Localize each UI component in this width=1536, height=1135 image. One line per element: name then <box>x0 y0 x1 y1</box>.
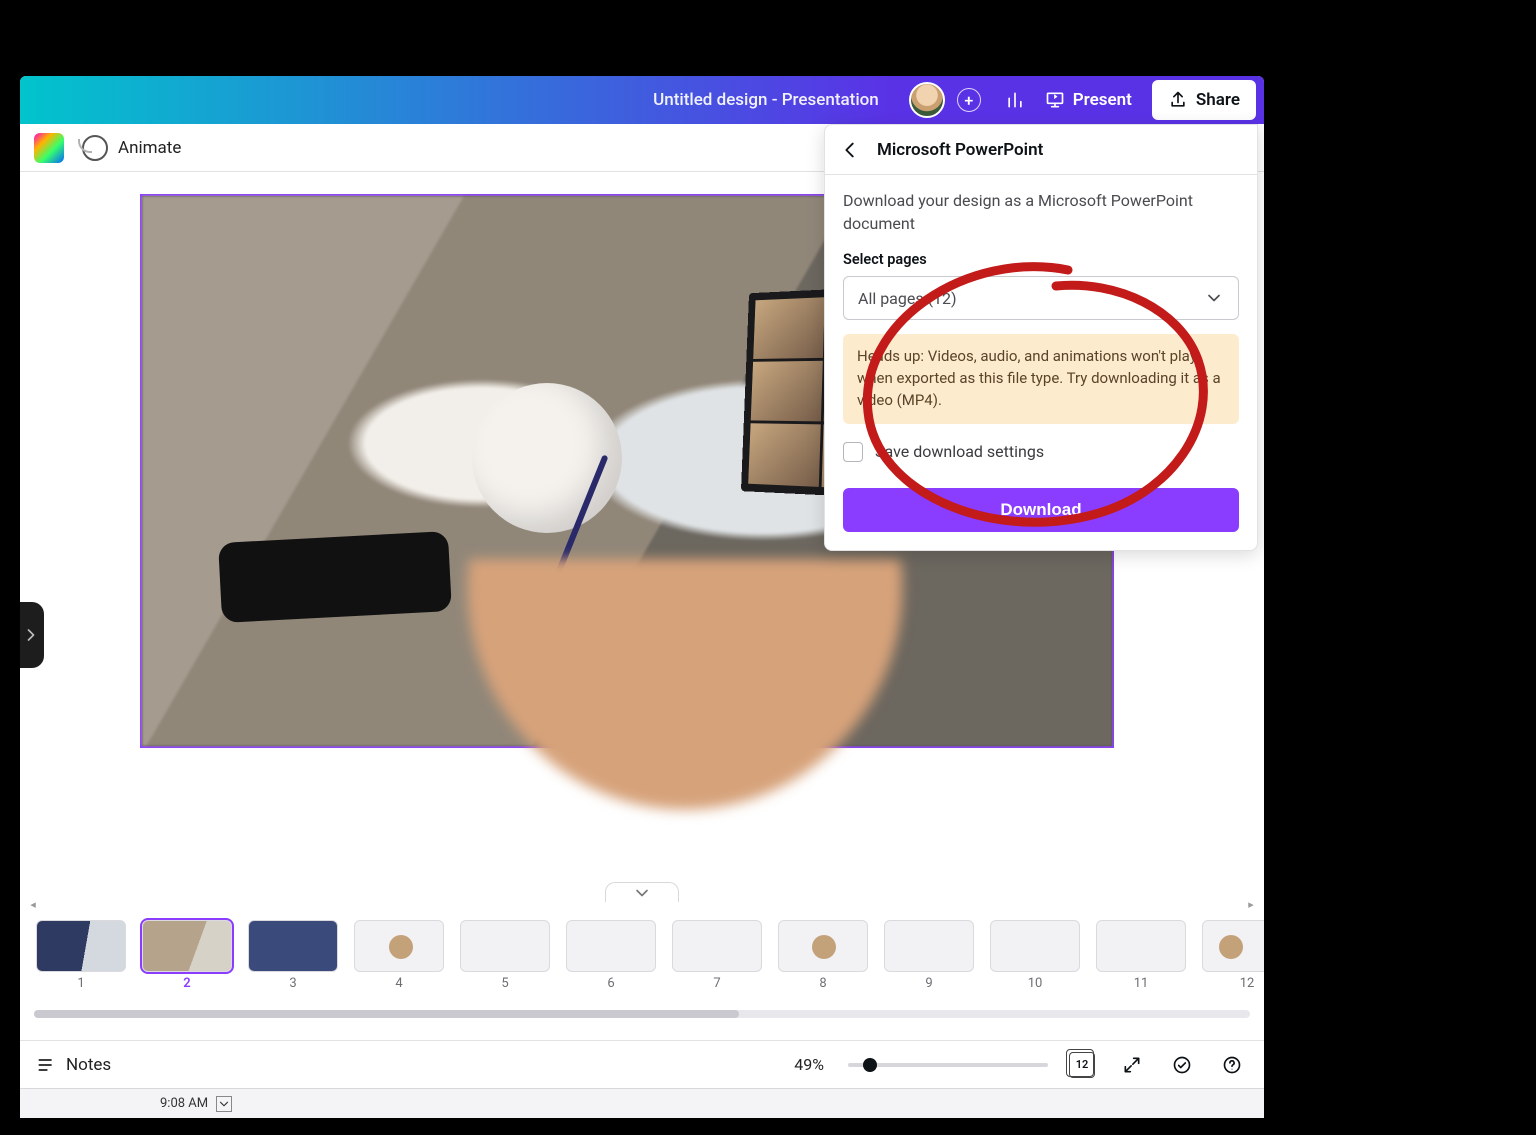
thumbnail-number: 8 <box>819 976 826 991</box>
popover-header: Microsoft PowerPoint <box>825 125 1257 175</box>
thumbnail-number: 1 <box>77 976 84 991</box>
thumbnail-image[interactable] <box>248 920 338 972</box>
popover-description: Download your design as a Microsoft Powe… <box>843 189 1239 235</box>
thumbnail-scrollbar[interactable] <box>34 1010 1250 1024</box>
thumbnail-image[interactable] <box>460 920 550 972</box>
taskbar-time: 9:08 AM <box>160 1096 208 1111</box>
thumbnail-page-4[interactable]: 4 <box>354 920 444 1006</box>
thumbnail-page-11[interactable]: 11 <box>1096 920 1186 1006</box>
thumbnail-scroll-handle[interactable] <box>34 1010 739 1018</box>
zoom-slider[interactable] <box>848 1063 1048 1067</box>
thumbnail-number: 4 <box>395 976 402 991</box>
grid-view-button[interactable]: 12 <box>1066 1049 1098 1081</box>
thumbnail-number: 6 <box>607 976 614 991</box>
thumbnail-image[interactable] <box>884 920 974 972</box>
download-popover: Microsoft PowerPoint Download your desig… <box>824 124 1258 551</box>
thumbnail-number: 12 <box>1240 976 1255 991</box>
save-settings-checkbox[interactable] <box>843 442 863 462</box>
photo-phone <box>218 531 452 623</box>
thumbnail-image[interactable] <box>566 920 656 972</box>
insights-button[interactable] <box>995 80 1035 120</box>
chevron-right-icon <box>21 625 41 645</box>
thumbnail-number: 10 <box>1028 976 1043 991</box>
present-button[interactable]: Present <box>1035 80 1142 120</box>
thumbnail-page-2[interactable]: 2 <box>142 920 232 1006</box>
share-button[interactable]: Share <box>1152 80 1256 120</box>
check-circle-icon <box>1172 1055 1192 1075</box>
page-thumbnails: 123456789101112 <box>20 914 1264 1006</box>
thumbnail-number: 3 <box>289 976 296 991</box>
popover-title: Microsoft PowerPoint <box>877 140 1043 160</box>
expand-icon <box>1122 1055 1142 1075</box>
zoom-level[interactable]: 49% <box>794 1055 824 1074</box>
thumbnail-page-5[interactable]: 5 <box>460 920 550 1006</box>
thumbnail-number: 7 <box>713 976 720 991</box>
os-taskbar-slice: 9:08 AM <box>20 1088 1264 1118</box>
help-icon <box>1222 1055 1242 1075</box>
notes-label: Notes <box>66 1055 111 1075</box>
checkmark-button[interactable] <box>1166 1049 1198 1081</box>
taskbar-dropdown-icon[interactable] <box>216 1096 232 1112</box>
share-label: Share <box>1196 90 1240 110</box>
export-warning-banner: Heads up: Videos, audio, and animations … <box>843 334 1239 423</box>
add-member-button[interactable]: + <box>957 88 981 112</box>
background-color-button[interactable] <box>34 133 64 163</box>
thumbnail-page-6[interactable]: 6 <box>566 920 656 1006</box>
select-pages-dropdown[interactable]: All pages (12) <box>843 276 1239 320</box>
select-pages-value: All pages (12) <box>858 289 957 308</box>
thumbnail-number: 5 <box>501 976 508 991</box>
thumbnail-image[interactable] <box>1096 920 1186 972</box>
bar-chart-icon <box>1005 90 1025 110</box>
header-bar: Untitled design - Presentation + Present… <box>20 76 1264 124</box>
thumbnail-page-7[interactable]: 7 <box>672 920 762 1006</box>
thumbnail-page-3[interactable]: 3 <box>248 920 338 1006</box>
status-bar: Notes 49% 12 <box>20 1040 1264 1088</box>
thumbnail-number: 9 <box>925 976 932 991</box>
save-settings-row[interactable]: Save download settings <box>843 442 1239 462</box>
thumbnail-page-12[interactable]: 12 <box>1202 920 1264 1006</box>
thumbnail-image[interactable] <box>36 920 126 972</box>
animate-label: Animate <box>118 138 181 158</box>
thumbnail-page-9[interactable]: 9 <box>884 920 974 1006</box>
thumbnail-page-10[interactable]: 10 <box>990 920 1080 1006</box>
download-button[interactable]: Download <box>843 488 1239 532</box>
thumbnail-number: 2 <box>183 976 190 991</box>
pages-icon: 12 <box>1069 1052 1095 1078</box>
document-title[interactable]: Untitled design - Presentation <box>653 90 879 110</box>
thumbnail-image[interactable] <box>778 920 868 972</box>
thumbnail-image[interactable] <box>354 920 444 972</box>
upload-icon <box>1168 90 1188 110</box>
help-button[interactable] <box>1216 1049 1248 1081</box>
thumbnail-page-8[interactable]: 8 <box>778 920 868 1006</box>
presentation-icon <box>1045 90 1065 110</box>
zoom-slider-handle[interactable] <box>863 1058 877 1072</box>
thumbnail-page-1[interactable]: 1 <box>36 920 126 1006</box>
scroll-right-icon[interactable]: ▸ <box>1244 898 1258 911</box>
animate-icon <box>82 135 108 161</box>
canvas-h-scrollbar[interactable]: ◂ ▸ <box>20 896 1264 912</box>
animate-button[interactable]: Animate <box>82 135 181 161</box>
sidepanel-expand-button[interactable] <box>20 602 44 668</box>
notes-button[interactable]: Notes <box>36 1055 111 1075</box>
thumbnail-image[interactable] <box>990 920 1080 972</box>
select-pages-label: Select pages <box>843 251 1239 268</box>
save-settings-label: Save download settings <box>875 442 1044 461</box>
photo-hand <box>433 559 937 845</box>
chevron-down-icon <box>1204 288 1224 308</box>
account-avatar[interactable] <box>899 80 957 120</box>
present-label: Present <box>1073 90 1132 110</box>
thumbnail-image[interactable] <box>1202 920 1264 972</box>
photo-mug <box>472 383 622 533</box>
fullscreen-button[interactable] <box>1116 1049 1148 1081</box>
notes-icon <box>36 1055 56 1075</box>
scroll-left-icon[interactable]: ◂ <box>26 898 40 911</box>
thumbnail-number: 11 <box>1134 976 1149 991</box>
app-window: ▴ ▾ Untitled design - Presentation + Pre… <box>20 76 1264 1088</box>
thumbnail-image[interactable] <box>672 920 762 972</box>
thumbnail-image[interactable] <box>142 920 232 972</box>
back-button[interactable] <box>839 139 861 161</box>
